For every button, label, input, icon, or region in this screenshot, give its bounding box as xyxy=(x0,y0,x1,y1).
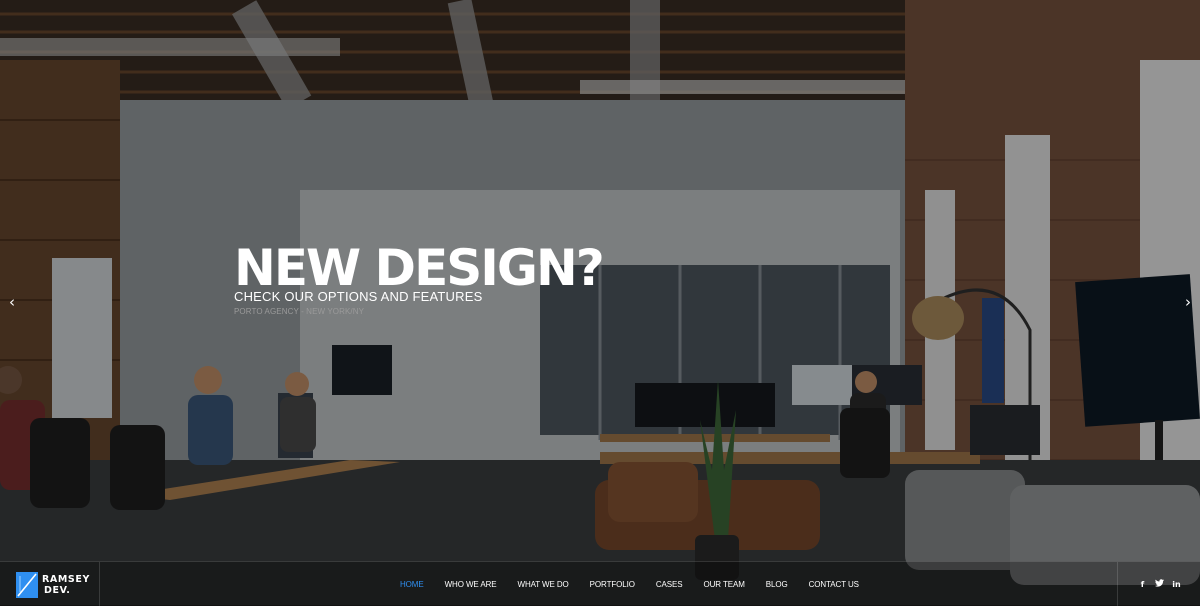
linkedin-icon[interactable]: in xyxy=(1168,580,1185,589)
logo-text: RAMSEY DEV. xyxy=(42,574,90,596)
main-nav: HOME WHO WE ARE WHAT WE DO PORTFOLIO CAS… xyxy=(400,562,880,606)
nav-item-portfolio[interactable]: PORTFOLIO xyxy=(590,580,635,589)
nav-item-blog[interactable]: BLOG xyxy=(766,580,788,589)
social-links: f in xyxy=(1134,562,1185,606)
slider-prev-arrow-icon[interactable]: ‹ xyxy=(4,292,20,312)
nav-item-what-we-do[interactable]: WHAT WE DO xyxy=(518,580,569,589)
nav-item-cases[interactable]: CASES xyxy=(656,580,683,589)
nav-item-who-we-are[interactable]: WHO WE ARE xyxy=(445,580,497,589)
logo-line-2: DEV. xyxy=(44,585,71,596)
site-logo[interactable]: RAMSEY DEV. xyxy=(16,571,96,599)
logo-mark-icon xyxy=(16,572,38,598)
logo-line-1: RAMSEY xyxy=(42,574,90,585)
nav-item-home[interactable]: HOME xyxy=(400,580,424,589)
bottom-navbar: RAMSEY DEV. HOME WHO WE ARE WHAT WE DO P… xyxy=(0,561,1200,606)
navbar-divider xyxy=(99,562,100,606)
slide-subtitle: CHECK OUR OPTIONS AND FEATURES xyxy=(234,289,483,304)
twitter-bird-icon xyxy=(1155,579,1164,587)
slide-tagline: PORTO AGENCY - NEW YORK/NY xyxy=(234,307,365,316)
dark-overlay xyxy=(0,0,1200,605)
nav-item-contact-us[interactable]: CONTACT US xyxy=(809,580,859,589)
navbar-divider xyxy=(1117,562,1118,606)
nav-item-our-team[interactable]: OUR TEAM xyxy=(703,580,744,589)
facebook-icon[interactable]: f xyxy=(1134,580,1151,589)
slider-next-arrow-icon[interactable]: › xyxy=(1180,292,1196,312)
twitter-icon[interactable] xyxy=(1151,579,1168,589)
hero-slider: NEW DESIGN? CHECK OUR OPTIONS AND FEATUR… xyxy=(0,0,1200,605)
